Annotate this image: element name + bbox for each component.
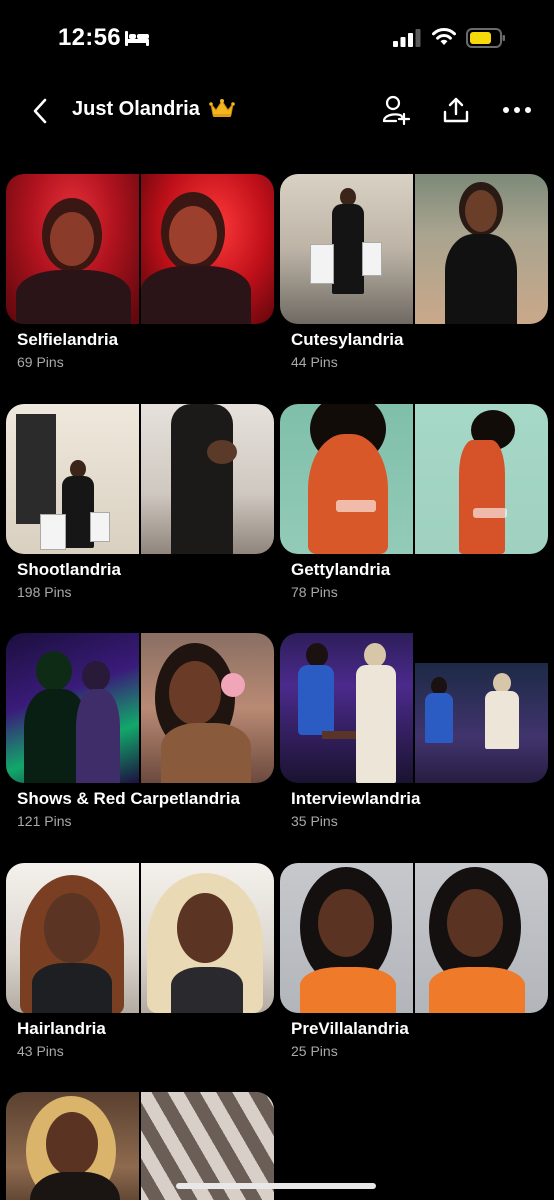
back-button[interactable]: [26, 96, 54, 126]
board-cover[interactable]: [280, 633, 548, 783]
board-cover[interactable]: [280, 404, 548, 554]
more-options-icon: [503, 107, 531, 113]
status-time: 12:56: [58, 24, 121, 51]
more-options-button[interactable]: [501, 94, 533, 126]
cover-image: [415, 663, 548, 783]
board-cover[interactable]: [280, 174, 548, 324]
add-collaborator-button[interactable]: [380, 94, 412, 126]
board-pin-count: 44 Pins: [291, 354, 338, 370]
board-name: Shows & Red Carpetlandria: [17, 789, 240, 808]
board-name: Cutesylandria: [291, 330, 404, 349]
board-cover[interactable]: [6, 863, 274, 1013]
share-icon: [443, 97, 469, 123]
board-pin-count: 25 Pins: [291, 1043, 338, 1059]
board-pin-count: 35 Pins: [291, 813, 338, 829]
cover-image: [280, 404, 413, 554]
cover-image: [6, 404, 139, 554]
board-name: PreVillalandria: [291, 1019, 409, 1038]
board-pin-count: 78 Pins: [291, 584, 338, 600]
cover-image: [141, 404, 274, 554]
board-name: Interviewlandria: [291, 789, 421, 808]
board-name: Hairlandria: [17, 1019, 106, 1038]
board-header: Just Olandria: [0, 86, 554, 136]
board-name: Selfielandria: [17, 330, 119, 349]
status-bar: 12:56: [0, 0, 554, 80]
cover-image: [6, 863, 139, 1013]
board-cover[interactable]: [6, 174, 274, 324]
home-indicator[interactable]: [176, 1183, 376, 1189]
board-title-text: Just Olandria: [72, 98, 200, 120]
wifi-icon: [432, 28, 456, 45]
cover-image: [141, 633, 274, 783]
board-cover[interactable]: [6, 404, 274, 554]
cover-image: [280, 174, 413, 324]
board-pin-count: 69 Pins: [17, 354, 64, 370]
cover-image: [6, 1092, 139, 1200]
cover-image: [415, 174, 548, 324]
board-pin-count: 43 Pins: [17, 1043, 64, 1059]
board-pin-count: 121 Pins: [17, 813, 72, 829]
board-pin-count: 198 Pins: [17, 584, 72, 600]
share-button[interactable]: [440, 94, 472, 126]
crown-icon: [209, 99, 236, 117]
cover-image: [6, 633, 139, 783]
board-name: Gettylandria: [291, 560, 391, 579]
board-cover[interactable]: [280, 863, 548, 1013]
board-cover[interactable]: [6, 633, 274, 783]
cellular-signal-icon: [393, 29, 421, 47]
cover-image: [280, 863, 413, 1013]
cover-image: [6, 174, 139, 324]
cover-image: [141, 174, 274, 324]
cover-image: [415, 863, 548, 1013]
back-chevron-icon: [33, 98, 47, 124]
battery-icon: [466, 28, 505, 48]
board-name: Shootlandria: [17, 560, 121, 579]
add-collaborator-icon: [382, 95, 410, 125]
board-title: Just Olandria: [72, 98, 236, 121]
bed-icon: [125, 31, 149, 46]
cover-image: [280, 633, 413, 783]
cover-image: [141, 863, 274, 1013]
cover-image: [415, 404, 548, 554]
